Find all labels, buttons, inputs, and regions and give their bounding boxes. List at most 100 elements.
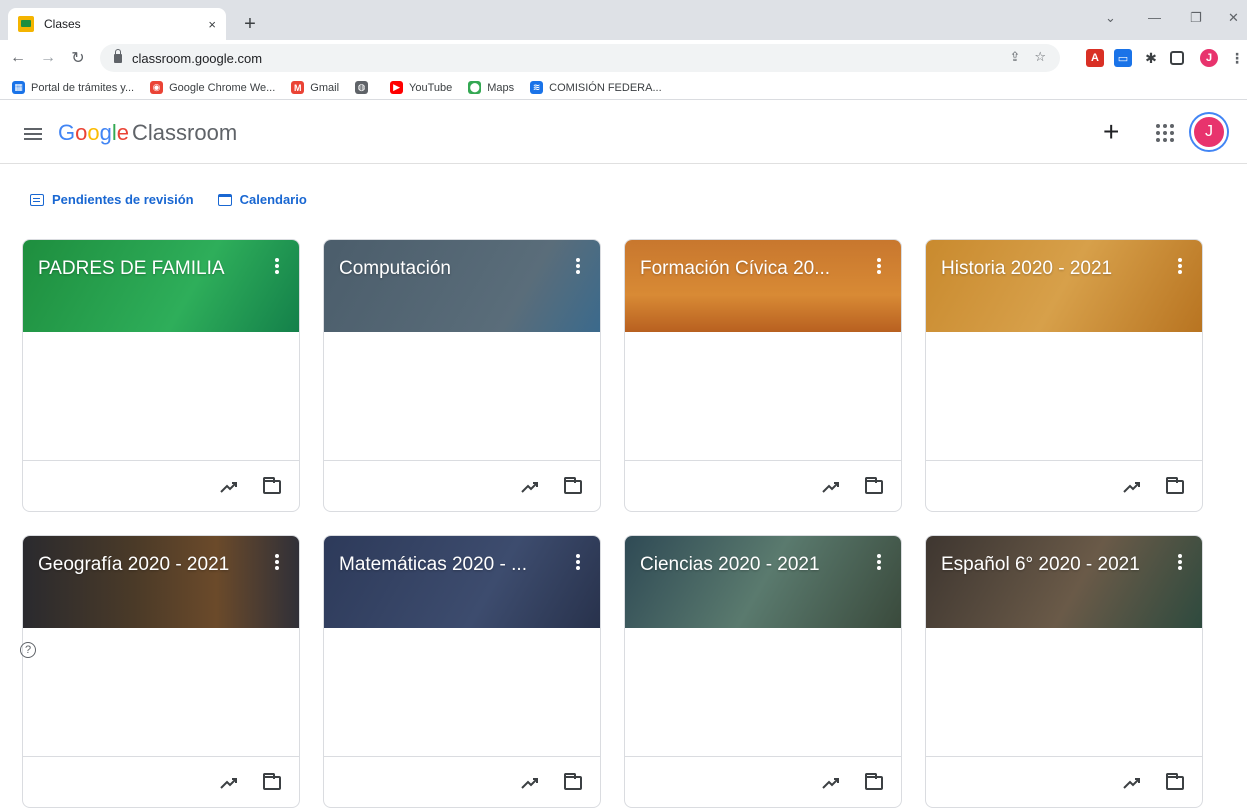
grid-icon: ▦ <box>12 81 25 94</box>
new-tab-button[interactable]: + <box>236 11 264 37</box>
address-bar[interactable]: classroom.google.com ⇪ ☆ <box>100 44 1060 72</box>
bookmarks-bar: ▦ Portal de trámites y... ◉ Google Chrome W… <box>0 76 1247 100</box>
class-title[interactable]: Computación <box>339 258 451 280</box>
minimize-icon[interactable]: — <box>1148 10 1161 25</box>
bookmark-item[interactable]: ≋ COMISIÓN FEDERA... <box>530 81 662 94</box>
class-banner[interactable]: Ciencias 2020 - 2021 <box>625 536 901 628</box>
more-options-icon[interactable] <box>275 554 279 570</box>
gradebook-trend-icon[interactable] <box>219 773 239 793</box>
reload-icon[interactable]: ↻ <box>66 46 90 70</box>
feed-icon: ≋ <box>530 81 544 94</box>
class-title[interactable]: PADRES DE FAMILIA <box>38 258 225 280</box>
gradebook-trend-icon[interactable] <box>520 477 540 497</box>
create-join-class-icon[interactable]: + <box>1103 118 1119 146</box>
help-icon[interactable]: ? <box>20 642 36 658</box>
class-title[interactable]: Historia 2020 - 2021 <box>941 258 1112 280</box>
share-icon[interactable]: ⇪ <box>1009 49 1020 65</box>
card-footer <box>625 756 901 807</box>
gradebook-trend-icon[interactable] <box>219 477 239 497</box>
lock-icon[interactable] <box>114 48 122 63</box>
class-card[interactable]: Geografía 2020 - 2021 <box>22 535 300 808</box>
screen-extension-icon[interactable]: ▭ <box>1114 49 1132 67</box>
more-options-icon[interactable] <box>1178 554 1182 570</box>
bookmark-label: COMISIÓN FEDERA... <box>549 81 662 94</box>
class-banner[interactable]: PADRES DE FAMILIA <box>23 240 299 332</box>
class-title[interactable]: Español 6° 2020 - 2021 <box>941 554 1140 576</box>
profile-avatar-icon[interactable]: J <box>1200 49 1218 67</box>
drive-folder-icon[interactable] <box>1166 477 1184 494</box>
tab-close-icon[interactable]: × <box>208 17 216 32</box>
drive-folder-icon[interactable] <box>1166 773 1184 790</box>
drive-folder-icon[interactable] <box>263 477 281 494</box>
class-card[interactable]: Ciencias 2020 - 2021 <box>624 535 902 808</box>
drive-folder-icon[interactable] <box>865 477 883 494</box>
bookmark-item[interactable]: ▦ Portal de trámites y... <box>12 81 134 94</box>
gradebook-trend-icon[interactable] <box>1122 773 1142 793</box>
class-banner[interactable]: Computación <box>324 240 600 332</box>
side-panel-icon[interactable] <box>1170 51 1184 65</box>
class-title[interactable]: Formación Cívica 20... <box>640 258 830 280</box>
card-footer <box>324 460 600 511</box>
todo-link[interactable]: Pendientes de revisión <box>30 192 194 207</box>
drive-folder-icon[interactable] <box>564 773 582 790</box>
drive-folder-icon[interactable] <box>865 773 883 790</box>
chrome-menu-icon[interactable]: ⋮ <box>1228 49 1246 67</box>
class-banner[interactable]: Español 6° 2020 - 2021 <box>926 536 1202 628</box>
class-card[interactable]: Formación Cívica 20... <box>624 239 902 512</box>
more-options-icon[interactable] <box>877 554 881 570</box>
tab-search-icon[interactable]: ⌄ <box>1105 10 1116 26</box>
more-options-icon[interactable] <box>275 258 279 274</box>
restore-icon[interactable]: ❐ <box>1190 10 1202 26</box>
bookmark-label: Google Chrome We... <box>169 81 276 94</box>
class-card[interactable]: Matemáticas 2020 - ... <box>323 535 601 808</box>
card-footer <box>23 460 299 511</box>
classroom-logo[interactable]: Google Classroom <box>58 120 237 146</box>
pdf-extension-icon[interactable]: A <box>1086 49 1104 67</box>
back-arrow-icon[interactable]: ← <box>6 46 30 70</box>
class-card[interactable]: Español 6° 2020 - 2021 <box>925 535 1203 808</box>
brand-google: Google <box>58 120 130 145</box>
bookmark-item[interactable]: ◍ <box>355 81 374 94</box>
class-banner[interactable]: Formación Cívica 20... <box>625 240 901 332</box>
more-options-icon[interactable] <box>877 258 881 274</box>
bookmark-label: Maps <box>487 81 515 94</box>
main-menu-icon[interactable] <box>24 128 42 140</box>
quick-links: Pendientes de revisión Calendario <box>30 192 307 207</box>
bookmark-item[interactable]: M Gmail <box>291 81 339 94</box>
browser-tab[interactable]: Clases × <box>8 8 226 40</box>
class-banner[interactable]: Matemáticas 2020 - ... <box>324 536 600 628</box>
extensions-puzzle-icon[interactable]: ✱ <box>1142 49 1160 67</box>
class-title[interactable]: Matemáticas 2020 - ... <box>339 554 527 576</box>
class-title[interactable]: Geografía 2020 - 2021 <box>38 554 229 576</box>
drive-folder-icon[interactable] <box>564 477 582 494</box>
forward-arrow-icon[interactable]: → <box>36 46 60 70</box>
gradebook-trend-icon[interactable] <box>821 477 841 497</box>
bookmark-item[interactable]: ⬤ Maps <box>468 81 514 94</box>
more-options-icon[interactable] <box>576 554 580 570</box>
globe-icon: ◍ <box>355 81 369 94</box>
bookmark-star-icon[interactable]: ☆ <box>1034 49 1046 65</box>
gradebook-trend-icon[interactable] <box>1122 477 1142 497</box>
gradebook-trend-icon[interactable] <box>520 773 540 793</box>
class-card[interactable]: Computación <box>323 239 601 512</box>
card-footer <box>324 756 600 807</box>
card-footer <box>926 460 1202 511</box>
class-card[interactable]: Historia 2020 - 2021 <box>925 239 1203 512</box>
more-options-icon[interactable] <box>1178 258 1182 274</box>
account-avatar[interactable]: J <box>1191 114 1227 150</box>
bookmark-label: Gmail <box>310 81 340 94</box>
window-close-icon[interactable]: ✕ <box>1228 10 1239 26</box>
class-title[interactable]: Ciencias 2020 - 2021 <box>640 554 820 576</box>
class-banner[interactable]: Historia 2020 - 2021 <box>926 240 1202 332</box>
calendar-link[interactable]: Calendario <box>217 192 307 207</box>
drive-folder-icon[interactable] <box>263 773 281 790</box>
bookmark-item[interactable]: ◉ Google Chrome We... <box>150 81 275 94</box>
google-apps-icon[interactable] <box>1156 124 1174 142</box>
class-card[interactable]: PADRES DE FAMILIA <box>22 239 300 512</box>
bookmark-item[interactable]: ▶ YouTube <box>390 81 452 94</box>
more-options-icon[interactable] <box>576 258 580 274</box>
card-footer <box>926 756 1202 807</box>
gradebook-trend-icon[interactable] <box>821 773 841 793</box>
card-footer <box>625 460 901 511</box>
class-banner[interactable]: Geografía 2020 - 2021 <box>23 536 299 628</box>
